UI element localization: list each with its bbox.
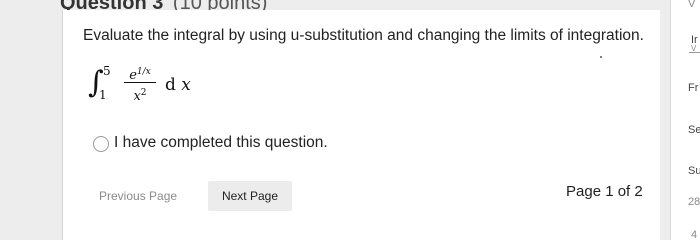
numerator-exponent: 1/x: [136, 67, 151, 77]
differential-d: d: [165, 75, 176, 95]
completion-radio[interactable]: [93, 136, 109, 152]
numerator-base: e: [129, 68, 137, 83]
side-panel-item[interactable]: Se: [688, 124, 700, 136]
upper-limit: 5: [103, 64, 111, 78]
next-page-button[interactable]: Next Page: [208, 181, 292, 211]
lower-limit: 1: [99, 88, 107, 102]
side-panel-item: V: [691, 44, 697, 53]
differential-variable: x: [181, 75, 191, 95]
question-card: Evaluate the integral by using u-substit…: [62, 10, 660, 240]
side-panel-item[interactable]: Su: [688, 165, 700, 177]
side-panel-item[interactable]: V: [688, 0, 695, 10]
differential: d x: [165, 75, 191, 95]
integral-expression: ∫ 5 1 e1/x x2 d x: [88, 64, 288, 112]
completion-label[interactable]: I have completed this question.: [114, 134, 328, 152]
integrand-denominator: x2: [124, 85, 156, 104]
integrand-fraction: e1/x x2: [124, 64, 156, 104]
question-prompt: Evaluate the integral by using u-substit…: [83, 27, 644, 44]
quiz-page: Question 3 (10 points) Evaluate the inte…: [0, 0, 700, 240]
side-panel-item[interactable]: Fr: [688, 82, 698, 94]
side-panel: V Ir V Fr Se Su 28 4: [670, 0, 700, 240]
page-indicator: Page 1 of 2: [566, 183, 643, 200]
side-panel-item: 4: [691, 229, 698, 240]
denominator-base: x: [133, 89, 141, 104]
side-panel-item: 28: [688, 196, 700, 208]
denominator-exponent: 2: [140, 88, 147, 98]
integrand-numerator: e1/x: [124, 64, 156, 83]
stray-dot: [600, 56, 602, 58]
previous-page-button[interactable]: Previous Page: [99, 181, 177, 211]
